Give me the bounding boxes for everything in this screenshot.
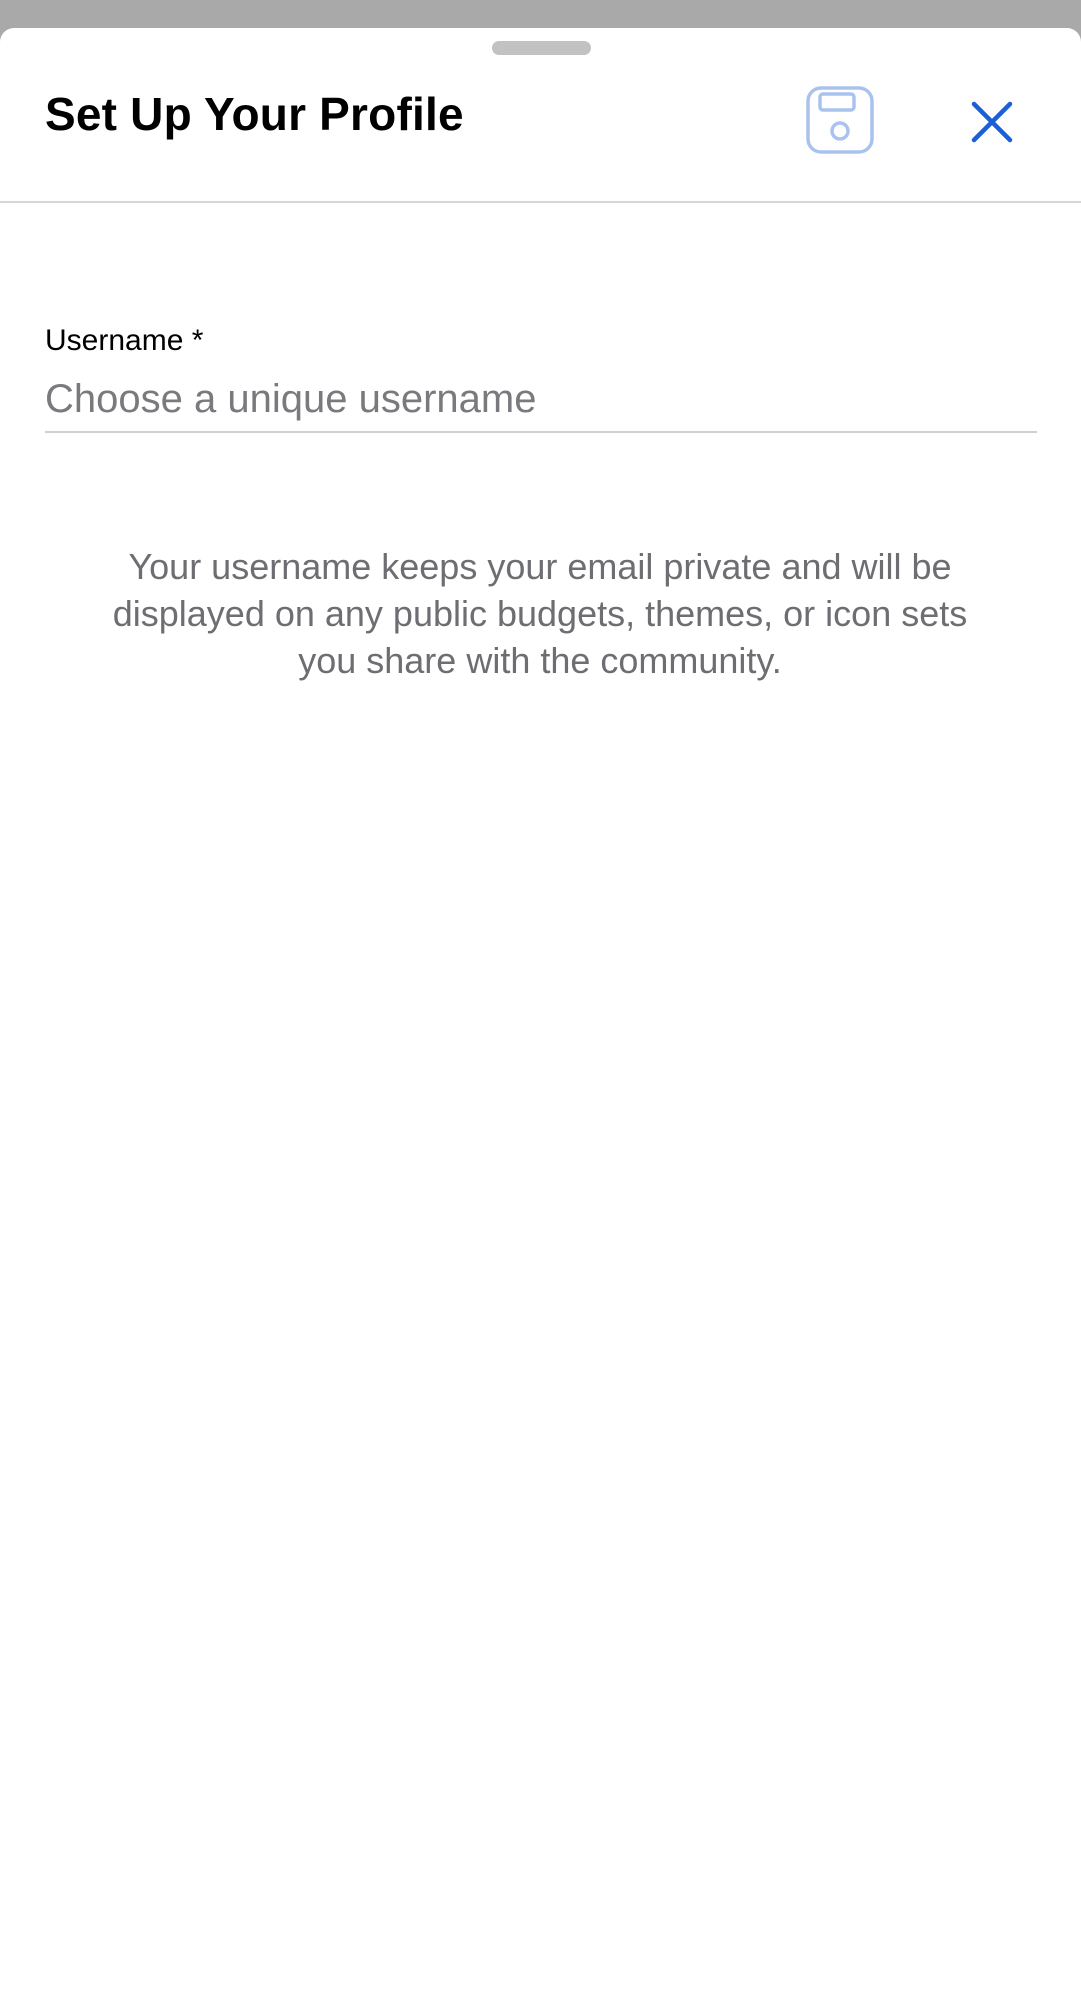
page-title: Set Up Your Profile [45,88,464,140]
username-help-text: Your username keeps your email private a… [112,546,968,681]
close-icon [970,100,1014,144]
username-input[interactable] [45,379,1037,433]
close-button[interactable] [952,82,1032,162]
username-label: Username * [45,324,204,357]
sheet-header: Set Up Your Profile [0,28,1081,203]
username-field: Username * [45,323,1037,433]
save-button[interactable] [800,80,880,160]
floppy-disk-icon [806,86,874,154]
profile-setup-sheet: Set Up Your Profile Username * Your u [0,28,1081,1999]
